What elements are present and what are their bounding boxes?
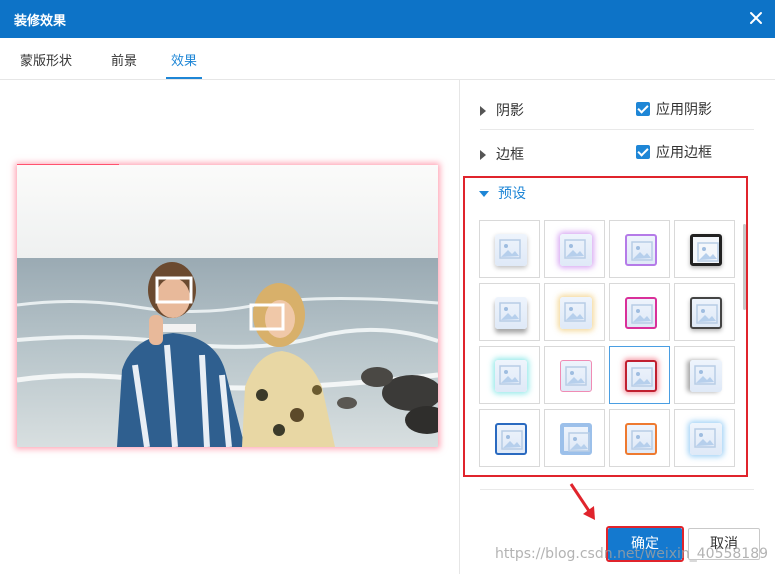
dialog-title: 装修效果 [14,14,67,29]
apply-border-label: 应用边框 [656,145,712,161]
section-divider [480,129,754,130]
effects-panel: 阴影 应用阴影 边框 应用边框 预设 确定 取消 [460,80,775,574]
image-placeholder-icon [560,423,592,455]
apply-shadow-checkbox[interactable]: 应用阴影 [636,99,712,119]
preset-tile-shadow-bottom[interactable] [479,283,540,341]
apply-border-checkbox[interactable]: 应用边框 [636,142,712,162]
tab-effects[interactable]: 效果 [171,50,197,69]
preset-tile-red-glow[interactable] [609,346,670,404]
image-placeholder-icon [495,234,527,266]
tab-bar: 蒙版形状 前景 效果 [0,38,775,80]
image-placeholder-icon [495,360,527,392]
preset-tile-dark-frame[interactable] [674,220,735,278]
preset-tile-shadow-soft[interactable] [479,220,540,278]
preset-section-toggle[interactable]: 预设 [479,183,526,203]
preset-tile-dark-gray-frame[interactable] [674,283,735,341]
preset-tile-blue-glow[interactable] [674,409,735,467]
caret-right-icon [480,106,486,116]
image-placeholder-icon [625,423,657,455]
preset-tile-gray-shadow[interactable] [674,346,735,404]
preset-tile-pink-frame[interactable] [544,346,605,404]
border-section-label: 边框 [496,147,524,163]
preset-tile-gradient-purple[interactable] [609,220,670,278]
preset-tile-glow-yellow[interactable] [544,283,605,341]
shadow-section-label: 阴影 [496,103,524,119]
watermark-text: https://blog.csdn.net/weixin_40558189 [495,546,769,562]
image-placeholder-icon [495,297,527,329]
preset-tile-blue-frame[interactable] [479,409,540,467]
checkbox-checked-icon [636,145,650,159]
caret-down-icon [479,191,489,197]
shadow-section-toggle[interactable]: 阴影 [480,100,524,120]
image-placeholder-icon [560,360,592,392]
title-bar: 装修效果 [0,0,775,38]
close-icon[interactable] [747,9,765,27]
preset-tile-orange-frame[interactable] [609,409,670,467]
image-placeholder-icon [690,234,722,266]
decorate-effect-dialog: 装修效果 蒙版形状 前景 效果 阴影 应用阴影 边框 应用边框 预设 确定 取消… [0,0,775,574]
active-tab-indicator [166,77,202,79]
image-placeholder-icon [625,360,657,392]
preset-tile-glow-purple[interactable] [544,220,605,278]
preset-section: 预设 [463,176,748,477]
caret-right-icon [480,150,486,160]
image-placeholder-icon [625,297,657,329]
preset-section-label: 预设 [498,186,526,202]
image-placeholder-icon [560,234,592,266]
preset-tile-gradient-pink[interactable] [609,283,670,341]
preview-photo [17,165,438,447]
section-divider [480,489,754,490]
border-section-toggle[interactable]: 边框 [480,144,524,164]
image-placeholder-icon [495,423,527,455]
beach-photo-image [17,165,438,447]
image-placeholder-icon [690,423,722,455]
image-placeholder-icon [690,360,722,392]
preset-tile-thick-blue-frame[interactable] [544,409,605,467]
preset-tile-glow-cyan[interactable] [479,346,540,404]
preset-scrollbar[interactable] [743,224,746,310]
tab-mask-shape[interactable]: 蒙版形状 [20,50,72,69]
checkbox-checked-icon [636,102,650,116]
image-placeholder-icon [690,297,722,329]
tab-foreground[interactable]: 前景 [111,50,137,69]
image-placeholder-icon [625,234,657,266]
red-arrow-annotation [569,483,595,520]
image-placeholder-icon [560,297,592,329]
apply-shadow-label: 应用阴影 [656,102,712,118]
